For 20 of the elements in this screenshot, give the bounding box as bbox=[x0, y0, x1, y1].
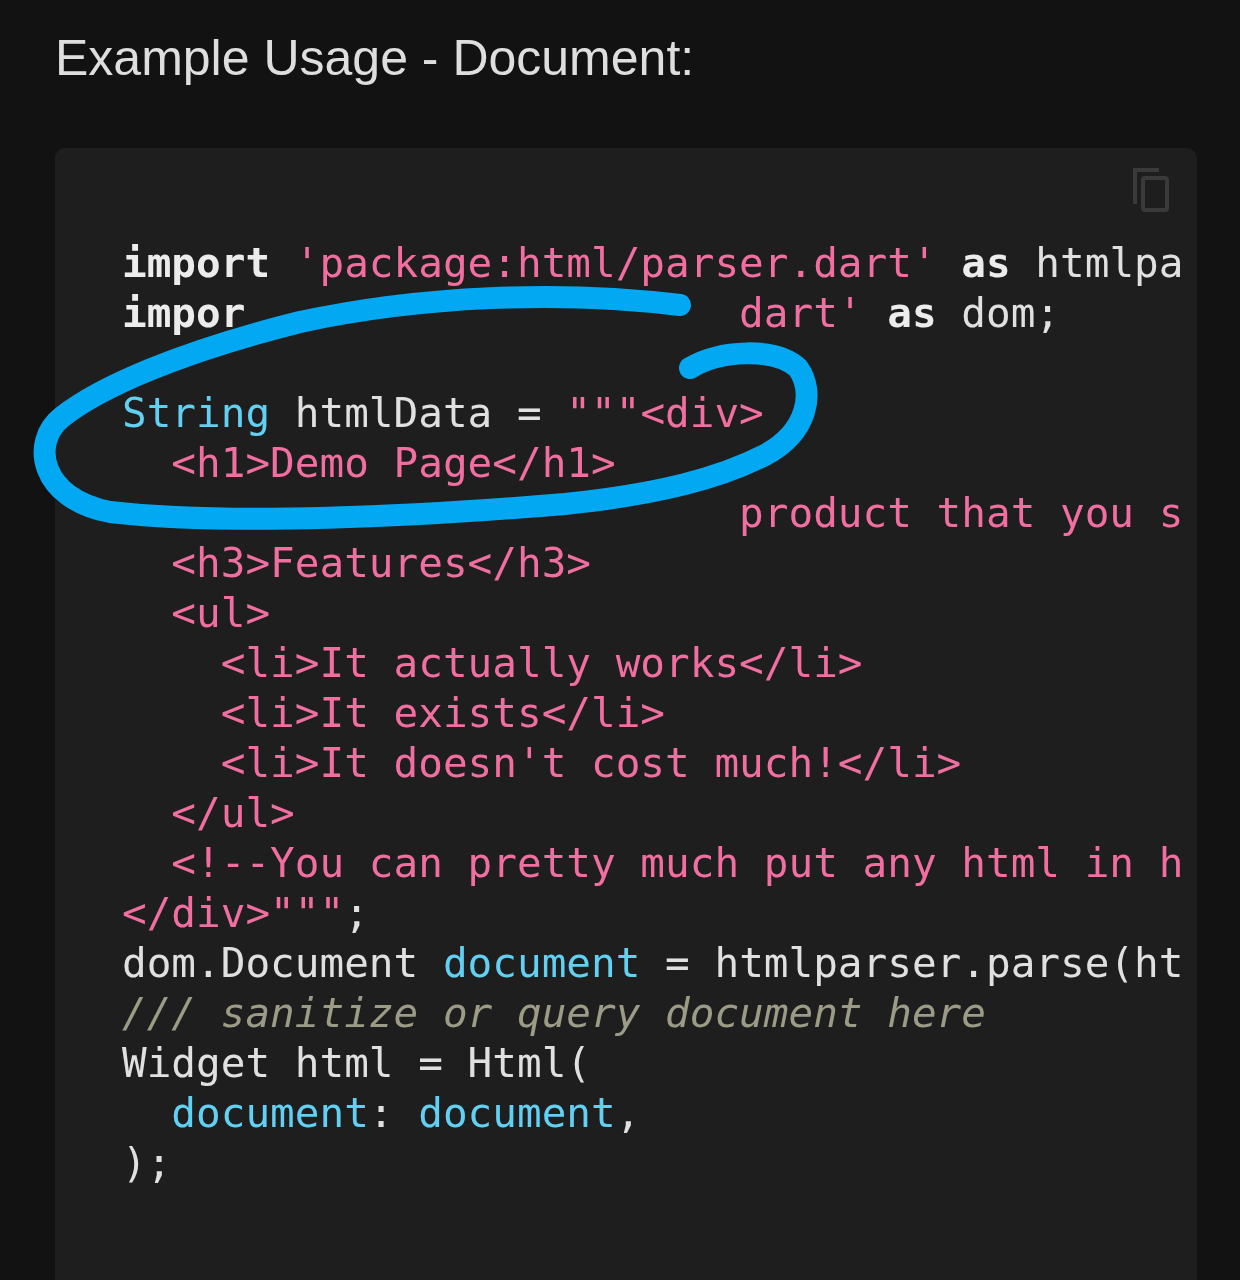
code-line: </div>"""; bbox=[122, 888, 369, 938]
code-line: String htmlData = """<div> bbox=[122, 388, 764, 438]
code-line: /// sanitize or query document here bbox=[122, 988, 986, 1038]
code-line: product that you s bbox=[738, 488, 1184, 538]
code-line: impor dart' as dom; bbox=[122, 288, 1061, 338]
copy-icon bbox=[1131, 166, 1171, 214]
code-line: <li>It actually works</li> bbox=[219, 638, 863, 688]
section-heading: Example Usage - Document: bbox=[55, 29, 695, 88]
code-line: <li>It doesn't cost much!</li> bbox=[219, 738, 962, 788]
code-line: </ul> bbox=[170, 788, 295, 838]
code-line: Widget html = Html( bbox=[122, 1038, 591, 1088]
code-line: <li>It exists</li> bbox=[219, 688, 666, 738]
code-line: <h3>Features</h3> bbox=[170, 538, 591, 588]
code-line: import 'package:html/parser.dart' as htmlpa bbox=[122, 238, 1184, 288]
code-line: <!--You can pretty much put any html in h bbox=[170, 838, 1184, 888]
code-line: dom.Document document = htmlparser.parse(ht bbox=[122, 938, 1184, 988]
code-line: ); bbox=[122, 1138, 172, 1188]
code-line: document: document, bbox=[170, 1088, 641, 1138]
code-line: <ul> bbox=[170, 588, 271, 638]
code-line: <h1>Demo Page</h1> bbox=[170, 438, 616, 488]
